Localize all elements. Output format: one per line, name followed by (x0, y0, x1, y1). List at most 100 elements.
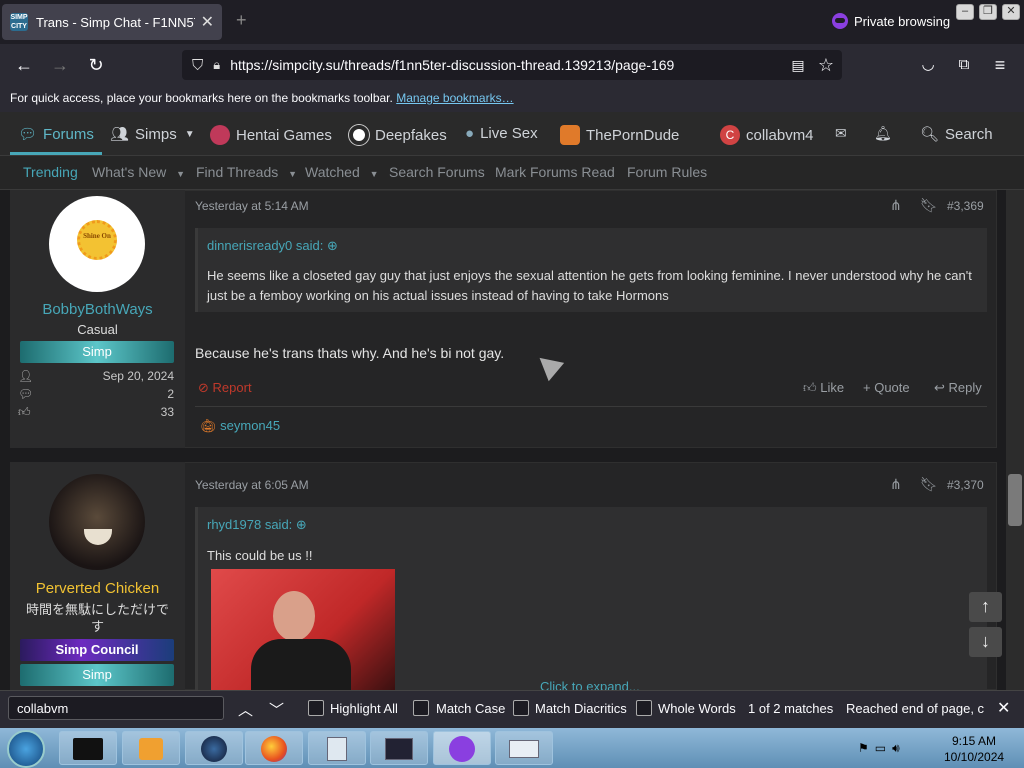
url-bar[interactable]: ⛉ 🔒︎ https://simpcity.su/threads/f1nn5te… (182, 50, 842, 80)
post-username[interactable]: BobbyBothWays (10, 301, 185, 318)
quoted-image[interactable] (211, 569, 395, 690)
tab-close-icon[interactable]: ✕ (201, 12, 214, 32)
share-icon[interactable]: ⋔ (890, 197, 902, 214)
scrollbar-thumb[interactable] (1008, 474, 1022, 526)
nav-hentai-games[interactable]: Hentai Games (210, 125, 332, 145)
scrollbar-track[interactable] (1006, 190, 1024, 690)
taskbar-app-network[interactable] (185, 731, 243, 765)
tab-title: Trans - Simp Chat - F1NN5TER (36, 14, 195, 30)
user-avatar[interactable]: Shine On (49, 196, 145, 292)
reactions-count: 33 (160, 405, 174, 419)
taskbar-app-terminal[interactable] (59, 731, 117, 765)
subnav-watched[interactable]: Watched ▼ (305, 164, 379, 180)
arrow-up-circle-icon[interactable]: ⊕ (327, 238, 338, 253)
match-count: 1 of 2 matches (748, 701, 834, 716)
taskbar-app-media-player[interactable] (122, 731, 180, 765)
back-arrow-icon[interactable]: ← (13, 54, 35, 76)
reaction-list[interactable]: 🎃︎ seymon45 (200, 418, 280, 434)
taskbar-app-keyboard[interactable] (495, 731, 553, 765)
forward-arrow-icon[interactable]: → (49, 54, 71, 76)
nav-live-sex-label: Live Sex (480, 125, 538, 142)
stat-joined: 👤︎ Sep 20, 2024 (18, 369, 174, 383)
user-title: 時間を無駄にしただけです (25, 602, 169, 634)
highlight-all-checkbox[interactable] (308, 700, 324, 716)
subnav-search-forums[interactable]: Search Forums (389, 164, 485, 180)
reply-button[interactable]: ↩ Reply (934, 380, 982, 396)
post-time[interactable]: Yesterday at 5:14 AM (195, 199, 309, 213)
flag-icon[interactable]: ⚑ (858, 741, 869, 755)
quote-author[interactable]: dinnerisready0 said: ⊕ (207, 238, 338, 254)
subnav-forum-rules[interactable]: Forum Rules (627, 164, 707, 180)
find-close-icon[interactable]: ✕ (997, 698, 1010, 718)
match-case-checkbox[interactable] (413, 700, 429, 716)
bookmark-star-icon[interactable]: ☆ (815, 54, 837, 76)
messages-count: 2 (167, 387, 174, 401)
match-case-label[interactable]: Match Case (436, 701, 505, 716)
highlight-all-label[interactable]: Highlight All (330, 701, 398, 716)
bookmark-icon[interactable]: 🔖︎ (920, 197, 938, 214)
taskbar-app-calculator[interactable] (308, 731, 366, 765)
manage-bookmarks-link[interactable]: Manage bookmarks… (396, 91, 513, 105)
find-previous-icon[interactable]: ︿ (238, 699, 253, 720)
new-tab-icon[interactable]: + (236, 10, 247, 31)
post-number[interactable]: #3,369 (947, 199, 984, 213)
report-link[interactable]: ⊘ Report (198, 380, 252, 396)
bookmark-icon[interactable]: 🔖︎ (920, 476, 938, 493)
quote-button[interactable]: + Quote (863, 380, 910, 395)
whole-words-label[interactable]: Whole Words (658, 701, 736, 716)
network-icon[interactable]: ▭ (875, 741, 886, 755)
url-text[interactable]: https://simpcity.su/threads/f1nn5ter-dis… (230, 57, 674, 73)
post-time[interactable]: Yesterday at 6:05 AM (195, 478, 309, 492)
taskbar-app-window[interactable] (370, 731, 428, 765)
subnav-find-threads[interactable]: Find Threads ▼ (196, 164, 297, 180)
deepfakes-icon (349, 125, 369, 145)
user-avatar[interactable] (49, 474, 145, 570)
subnav-mark-forums-read[interactable]: Mark Forums Read (495, 164, 615, 180)
post-username[interactable]: Perverted Chicken (10, 580, 185, 597)
start-button[interactable] (7, 730, 45, 768)
quote-author[interactable]: rhyd1978 said: ⊕ (207, 517, 307, 533)
reader-view-icon[interactable]: ▤ (787, 54, 809, 76)
find-input[interactable]: collabvm (8, 696, 224, 720)
post-number[interactable]: #3,370 (947, 478, 984, 492)
taskbar-app-firefox[interactable] (245, 731, 303, 765)
extensions-icon[interactable]: ⧉ (953, 54, 975, 76)
tracking-shield-icon[interactable]: ⛉ (192, 57, 203, 74)
scroll-up-button[interactable]: ↑ (969, 592, 1002, 622)
scroll-down-button[interactable]: ↓ (969, 627, 1002, 657)
divider (195, 406, 987, 407)
user-avatar: C (720, 125, 740, 145)
whole-words-checkbox[interactable] (636, 700, 652, 716)
nav-forums[interactable]: 💬︎ Forums (18, 125, 94, 144)
maximize-button[interactable]: ❐ (979, 4, 997, 20)
nav-theporndude[interactable]: ThePornDude (560, 125, 679, 145)
find-next-icon[interactable]: ﹀ (269, 699, 284, 720)
search-button[interactable]: 🔍︎ Search (920, 125, 993, 144)
subnav-trending[interactable]: Trending (23, 164, 78, 180)
taskbar-clock[interactable]: 9:15 AM 10/10/2024 (944, 733, 1004, 765)
match-diacritics-checkbox[interactable] (513, 700, 529, 716)
bell-icon[interactable]: 🔔︎ (874, 125, 892, 142)
minimize-button[interactable]: – (956, 4, 974, 20)
envelope-icon[interactable]: ✉ (835, 125, 847, 142)
volume-icon[interactable]: 🔊︎ (892, 741, 900, 756)
menu-icon[interactable]: ≡ (989, 54, 1011, 76)
nav-simps[interactable]: 👥︎ Simps ▼ (110, 125, 195, 144)
lock-icon[interactable]: 🔒︎ (213, 57, 220, 73)
reload-icon[interactable]: ↻ (85, 54, 107, 76)
like-button[interactable]: 👍︎ Like (803, 380, 844, 396)
nav-deepfakes[interactable]: Deepfakes (349, 125, 447, 145)
system-tray[interactable]: ⚑ ▭ 🔊︎ (858, 735, 908, 761)
user-menu[interactable]: C collabvm4 (720, 125, 814, 145)
nav-live-sex[interactable]: ● Live Sex (465, 125, 538, 142)
taskbar-app-firefox-private[interactable] (433, 731, 491, 765)
share-icon[interactable]: ⋔ (890, 476, 902, 493)
subnav-whats-new[interactable]: What's New ▼ (92, 164, 185, 180)
pocket-icon[interactable]: ◡ (917, 54, 939, 76)
window-close-button[interactable]: ✕ (1002, 4, 1020, 20)
browser-tab[interactable]: SIMP CITY Trans - Simp Chat - F1NN5TER ✕ (2, 4, 222, 40)
bookmarks-toolbar: For quick access, place your bookmarks h… (0, 86, 1024, 112)
match-diacritics-label[interactable]: Match Diacritics (535, 701, 627, 716)
nav-theporndude-label: ThePornDude (586, 126, 680, 144)
arrow-up-circle-icon[interactable]: ⊕ (296, 517, 307, 532)
